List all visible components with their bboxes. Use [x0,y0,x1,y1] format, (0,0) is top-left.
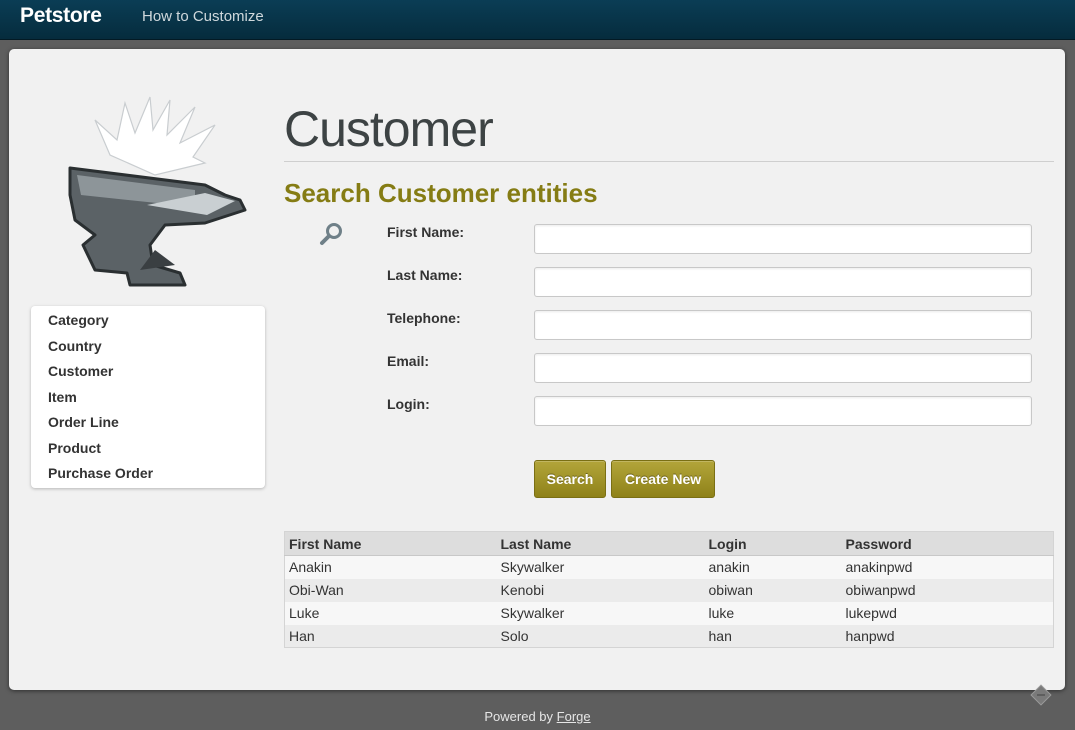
cell-login[interactable]: anakin [704,555,842,579]
title-divider [284,161,1054,162]
search-button[interactable]: Search [534,460,606,498]
create-new-button[interactable]: Create New [611,460,715,498]
cell-first-name[interactable]: Obi-Wan [284,578,497,602]
cell-first-name[interactable]: Anakin [284,555,497,579]
table-header-row: First Name Last Name Login Password [284,531,1054,556]
anvil-logo-icon [68,96,247,287]
col-header-first-name[interactable]: First Name [284,531,497,556]
cell-last-name[interactable]: Skywalker [496,601,705,625]
cell-password[interactable]: hanpwd [841,624,1054,648]
page-title: Customer [284,101,494,157]
cell-first-name[interactable]: Luke [284,601,497,625]
login-label: Login: [387,396,430,412]
email-input[interactable] [534,353,1032,383]
cell-last-name[interactable]: Skywalker [496,555,705,579]
sidebar-item-purchase-order[interactable]: Purchase Order [31,463,265,489]
table-row[interactable]: Obi-Wan Kenobi obiwan obiwanpwd [284,578,1054,602]
cell-password[interactable]: obiwanpwd [841,578,1054,602]
sidebar-item-order-line[interactable]: Order Line [31,412,265,438]
cell-first-name[interactable]: Han [284,624,497,648]
footer-prefix: Powered by [484,709,554,724]
cell-password[interactable]: anakinpwd [841,555,1054,579]
cell-last-name[interactable]: Kenobi [496,578,705,602]
last-name-input[interactable] [534,267,1032,297]
sidebar-item-item[interactable]: Item [31,387,265,413]
cell-login[interactable]: luke [704,601,842,625]
col-header-password[interactable]: Password [841,531,1054,556]
cell-last-name[interactable]: Solo [496,624,705,648]
footer: Powered by Forge [0,709,1075,724]
col-header-last-name[interactable]: Last Name [496,531,705,556]
brand-link[interactable]: Petstore [20,4,102,28]
forge-corner-icon[interactable] [1028,682,1054,708]
cell-login[interactable]: obiwan [704,578,842,602]
sidebar-item-category[interactable]: Category [31,310,265,336]
results-table: First Name Last Name Login Password Anak… [284,531,1054,648]
forge-link[interactable]: Forge [557,709,591,724]
telephone-input[interactable] [534,310,1032,340]
section-subtitle: Search Customer entities [284,178,598,208]
search-icon [320,223,342,245]
nav-how-to-customize[interactable]: How to Customize [142,8,264,25]
table-row[interactable]: Han Solo han hanpwd [284,624,1054,648]
email-label: Email: [387,353,430,369]
first-name-label: First Name: [387,224,465,240]
login-input[interactable] [534,396,1032,426]
table-row[interactable]: Anakin Skywalker anakin anakinpwd [284,555,1054,579]
sidebar-item-country[interactable]: Country [31,336,265,362]
telephone-label: Telephone: [387,310,461,326]
cell-login[interactable]: han [704,624,842,648]
entity-menu: Category Country Customer Item Order Lin… [31,306,265,488]
sidebar-item-customer[interactable]: Customer [31,361,265,387]
first-name-input[interactable] [534,224,1032,254]
last-name-label: Last Name: [387,267,463,283]
table-row[interactable]: Luke Skywalker luke lukepwd [284,601,1054,625]
cell-password[interactable]: lukepwd [841,601,1054,625]
col-header-login[interactable]: Login [704,531,842,556]
top-navbar: Petstore How to Customize [0,0,1075,40]
sidebar-item-product[interactable]: Product [31,438,265,464]
